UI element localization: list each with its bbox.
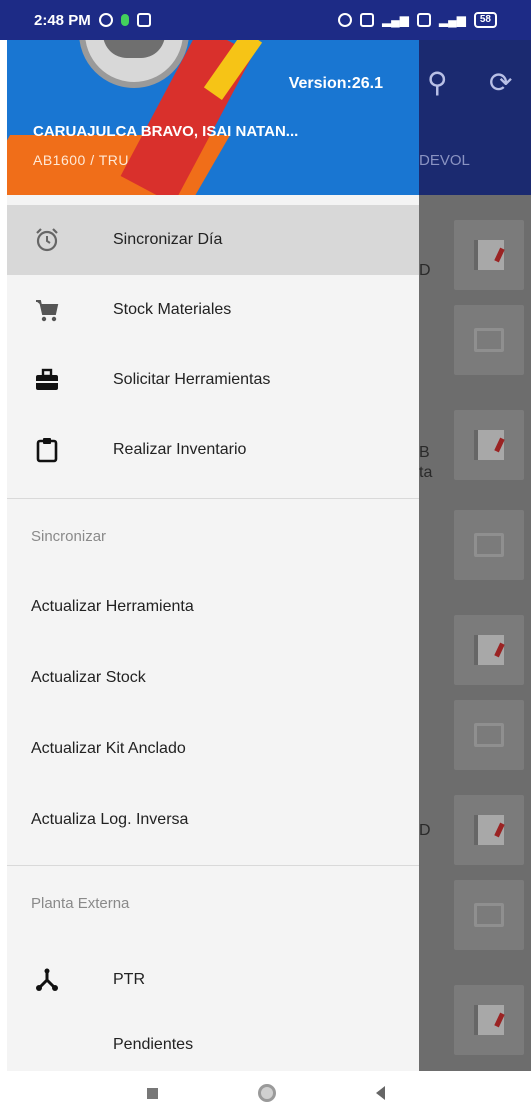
section-title-sincronizar: Sincronizar — [31, 528, 107, 545]
alarm-status-icon — [337, 13, 352, 27]
menu-label: Stock Materiales — [113, 301, 232, 318]
whatsapp-icon — [98, 13, 113, 27]
menu-label: Realizar Inventario — [113, 441, 247, 458]
comment-icon — [474, 723, 504, 747]
edit-button[interactable] — [454, 985, 524, 1055]
home-button[interactable] — [257, 1084, 276, 1102]
background-text-fragment: ta — [419, 464, 433, 481]
background-text-fragment: D — [419, 822, 431, 839]
user-code: AB1600 / TRU — [33, 152, 130, 168]
signal-icon: ▂▄▆ — [381, 13, 409, 27]
sim2-icon — [416, 13, 431, 27]
edit-button[interactable] — [454, 220, 524, 290]
edit-icon — [474, 635, 504, 665]
menu-label: Solicitar Herramientas — [113, 371, 271, 388]
location-pin-icon: ⚲ — [427, 67, 448, 98]
edit-icon — [474, 1005, 504, 1035]
status-time: 2:48 PM — [34, 11, 91, 29]
menu-item-solicitar-herramientas[interactable]: Solicitar Herramientas — [7, 345, 419, 415]
comment-icon — [474, 533, 504, 557]
app-version: Version:26.1 — [288, 75, 383, 92]
edit-button[interactable] — [454, 410, 524, 480]
menu-label: Pendientes — [113, 1036, 194, 1053]
section-title-planta-externa: Planta Externa — [31, 895, 130, 912]
signal2-icon: ▂▄▆ — [438, 13, 466, 27]
menu-label: PTR — [113, 971, 145, 988]
background-app-header: ⚲ ⟳ DEVOL — [419, 40, 531, 195]
background-text-fragment: B — [419, 444, 430, 461]
menu-item-actualizar-stock[interactable]: Actualizar Stock — [31, 669, 146, 687]
status-bar: 2:48 PM ▂▄▆ ▂▄▆ 58 — [0, 0, 531, 40]
menu-item-ptr[interactable]: PTR — [7, 945, 419, 1015]
menu-item-realizar-inventario[interactable]: Realizar Inventario — [7, 415, 419, 485]
menu-item-actualizar-kit-anclado[interactable]: Actualizar Kit Anclado — [31, 740, 186, 758]
comment-button[interactable] — [454, 305, 524, 375]
drawer-header: Version:26.1 CARUAJULCA BRAVO, ISAI NATA… — [7, 40, 419, 195]
edit-icon — [474, 430, 504, 460]
toolbox-icon — [31, 364, 63, 396]
divider — [7, 498, 419, 499]
menu-label: Sincronizar Día — [113, 231, 223, 248]
menu-item-stock-materiales[interactable]: Stock Materiales — [7, 275, 419, 345]
menu-item-sincronizar-dia[interactable]: Sincronizar Día — [7, 205, 419, 275]
edit-button[interactable] — [454, 615, 524, 685]
branch-icon — [31, 964, 63, 996]
comment-button[interactable] — [454, 880, 524, 950]
menu-item-actualizar-herramienta[interactable]: Actualizar Herramienta — [31, 598, 194, 616]
menu-item-actualiza-log-inversa[interactable]: Actualiza Log. Inversa — [31, 811, 188, 829]
battery-icon: 58 — [473, 12, 497, 28]
back-button[interactable] — [375, 1086, 385, 1100]
comment-icon — [474, 328, 504, 352]
comment-button[interactable] — [454, 700, 524, 770]
location-dot-icon — [120, 14, 129, 26]
comment-icon — [474, 903, 504, 927]
facebook-icon — [136, 13, 151, 27]
recent-apps-button[interactable] — [146, 1087, 158, 1099]
edit-icon — [474, 815, 504, 845]
refresh-icon: ⟳ — [489, 67, 513, 98]
edit-button[interactable] — [454, 795, 524, 865]
edit-icon — [474, 240, 504, 270]
alarm-clock-icon — [31, 224, 63, 256]
menu-item-pendientes[interactable]: Pendientes — [7, 1010, 419, 1071]
clipboard-icon — [31, 434, 63, 466]
shopping-cart-icon — [31, 294, 63, 326]
divider — [7, 865, 419, 866]
background-app[interactable]: ⚲ ⟳ DEVOL D B ta D — [419, 40, 531, 1071]
sim-icon — [359, 13, 374, 27]
user-name: CARUAJULCA BRAVO, ISAI NATAN... — [33, 123, 299, 140]
navigation-drawer: Version:26.1 CARUAJULCA BRAVO, ISAI NATA… — [7, 40, 419, 1071]
background-tab-devol: DEVOL — [419, 152, 470, 169]
system-navigation-bar — [0, 1071, 531, 1115]
comment-button[interactable] — [454, 510, 524, 580]
background-text-fragment: D — [419, 262, 431, 279]
